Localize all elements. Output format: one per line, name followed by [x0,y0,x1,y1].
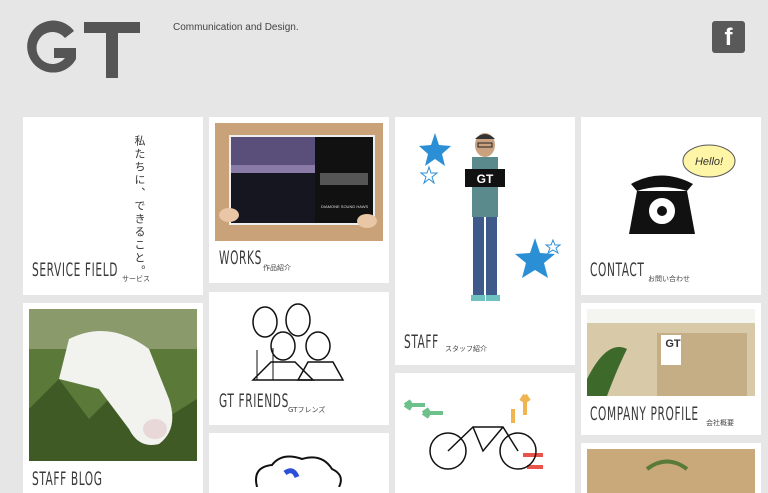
works-magazine-photo: DIAMONE SOUND HAWS [215,123,383,241]
staff-blog-tile[interactable]: STAFF BLOG [23,303,203,493]
staff-sign-text: GT [477,172,494,186]
company-subtitle: 会社概要 [706,419,734,427]
service-title: SERVICE FIELD [32,259,119,281]
tagline: Communication and Design. [173,22,299,33]
bicycle-illustration [403,393,543,470]
office-sign: GT [665,338,681,350]
service-subtitle: サービス [122,275,150,283]
staff-title: STAFF [404,331,439,353]
goat-photo [29,309,197,461]
cloud-icon [255,455,342,487]
friends-illustration [251,303,345,381]
contact-tile[interactable]: Hello! CONTACT お問い合わせ [581,117,761,295]
staff-tile[interactable]: GT STAFF スタッフ紹介 [395,117,575,365]
service-tagline: 私たちに、できること。 [133,135,146,278]
works-title: WORKS [219,247,262,269]
company-profile-tile[interactable]: GT COMPANY PROFILE 会社概要 [581,303,761,435]
gt-friends-title: GT FRIENDS [219,390,289,412]
staff-photo: GT [419,133,562,301]
contact-title: CONTACT [590,259,645,281]
bicycle-tile[interactable] [395,373,575,493]
cloud-tile[interactable] [209,433,389,493]
facebook-icon[interactable]: f [712,21,745,53]
gt-friends-subtitle: GTフレンズ [288,406,326,414]
office-photo: GT [587,309,755,396]
bottom-right-photo [587,449,755,493]
works-tile[interactable]: DIAMONE SOUND HAWS WORKS 作品紹介 [209,117,389,283]
company-title: COMPANY PROFILE [590,403,699,425]
gt-friends-tile[interactable]: GT FRIENDS GTフレンズ [209,292,389,425]
hello-bubble-text: Hello! [695,156,723,168]
staff-blog-title: STAFF BLOG [32,468,103,490]
works-subtitle: 作品紹介 [263,264,291,272]
staff-subtitle: スタッフ紹介 [445,345,487,353]
telephone-illustration: Hello! [629,144,736,234]
bottom-right-tile[interactable] [581,443,761,493]
magazine-text: DIAMONE SOUND HAWS [321,204,369,209]
gt-logo[interactable] [22,17,142,79]
contact-subtitle: お問い合わせ [648,275,690,283]
service-field-tile[interactable]: 私たちに、できること。 SERVICE FIELD サービス [23,117,203,295]
